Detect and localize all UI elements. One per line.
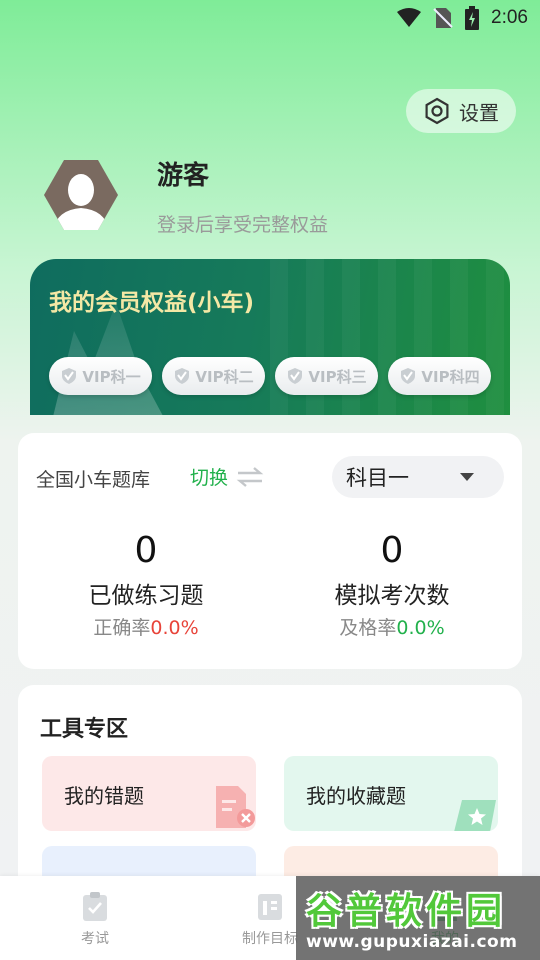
vip-badge[interactable]: VIP科三	[275, 357, 378, 395]
star-folder-icon	[454, 800, 496, 831]
settings-button[interactable]: 设置	[406, 89, 516, 133]
vip-shield-icon	[175, 368, 190, 384]
vip-title: 我的会员权益(小车)	[49, 290, 255, 316]
vip-badges: VIP科一 VIP科二 VIP科三 VIP科四	[49, 357, 491, 395]
status-time: 2:06	[491, 7, 528, 28]
status-bar: 2:06	[0, 0, 540, 36]
pass-rate: 及格率0.0%	[272, 613, 512, 640]
accuracy-rate: 正确率0.0%	[26, 613, 266, 640]
practice-label: 已做练习题	[88, 583, 204, 609]
switch-bank-button[interactable]: 切换	[190, 463, 264, 490]
exam-label: 模拟考次数	[334, 583, 450, 609]
subject-value: 科目一	[346, 466, 409, 490]
vip-card[interactable]: 我的会员权益(小车) VIP科一 VIP科二 VIP科三 VIP科四	[30, 259, 510, 415]
status-icons: 2:06	[397, 6, 528, 30]
target-document-icon	[258, 894, 282, 920]
vip-badge[interactable]: VIP科四	[388, 357, 491, 395]
wrong-questions-tile[interactable]: 我的错题	[42, 756, 256, 831]
favorite-questions-tile[interactable]: 我的收藏题	[284, 756, 498, 831]
exam-stat[interactable]: 0 模拟考次数 及格率0.0%	[272, 529, 512, 640]
favorite-questions-label: 我的收藏题	[306, 784, 406, 808]
accuracy-rate-label: 正确率	[93, 617, 151, 639]
accuracy-rate-value: 0.0%	[150, 617, 199, 639]
exam-clipboard-icon	[83, 892, 107, 921]
watermark: 谷普软件园 www.gupuxiazai.com	[296, 876, 540, 960]
vip-badge[interactable]: VIP科一	[49, 357, 152, 395]
vip-shield-icon	[401, 368, 416, 384]
exam-count: 0	[380, 530, 404, 571]
stats-card: 全国小车题库 切换 科目一 0 已做练习题 正确率0.0% 0 模拟考次数 及格…	[18, 433, 522, 669]
vip-badge-label: VIP科一	[82, 367, 141, 386]
vip-badge[interactable]: VIP科二	[162, 357, 265, 395]
avatar-icon	[44, 160, 118, 230]
tools-title: 工具专区	[40, 717, 129, 742]
wifi-icon	[397, 8, 422, 27]
vip-shield-icon	[288, 368, 303, 384]
vip-badge-label: VIP科四	[421, 367, 480, 386]
username: 游客	[157, 161, 210, 191]
avatar[interactable]	[42, 156, 120, 234]
switch-label: 切换	[190, 467, 229, 489]
vip-shield-icon	[62, 368, 77, 384]
pass-rate-label: 及格率	[339, 617, 397, 639]
question-bank-label: 全国小车题库	[36, 469, 151, 491]
chevron-down-icon	[460, 473, 474, 481]
nav-item-exam[interactable]: 考试	[35, 892, 155, 948]
wrong-questions-label: 我的错题	[64, 784, 144, 808]
battery-charging-icon	[465, 6, 480, 30]
settings-label: 设置	[459, 100, 499, 125]
vip-badge-label: VIP科三	[308, 367, 367, 386]
subject-select[interactable]: 科目一	[332, 456, 504, 498]
practice-stat[interactable]: 0 已做练习题 正确率0.0%	[26, 529, 266, 640]
practice-count: 0	[134, 530, 158, 571]
vip-badge-label: VIP科二	[195, 367, 254, 386]
wrong-document-icon	[216, 786, 255, 828]
no-sim-icon	[433, 8, 453, 28]
login-hint[interactable]: 登录后享受完整权益	[157, 210, 328, 237]
nav-label-exam: 考试	[81, 931, 109, 947]
watermark-title: 谷普软件园	[306, 891, 507, 932]
pass-rate-value: 0.0%	[396, 617, 445, 639]
swap-arrows-icon	[236, 466, 264, 487]
watermark-url: www.gupuxiazai.com	[306, 932, 518, 952]
gear-icon	[425, 97, 449, 125]
